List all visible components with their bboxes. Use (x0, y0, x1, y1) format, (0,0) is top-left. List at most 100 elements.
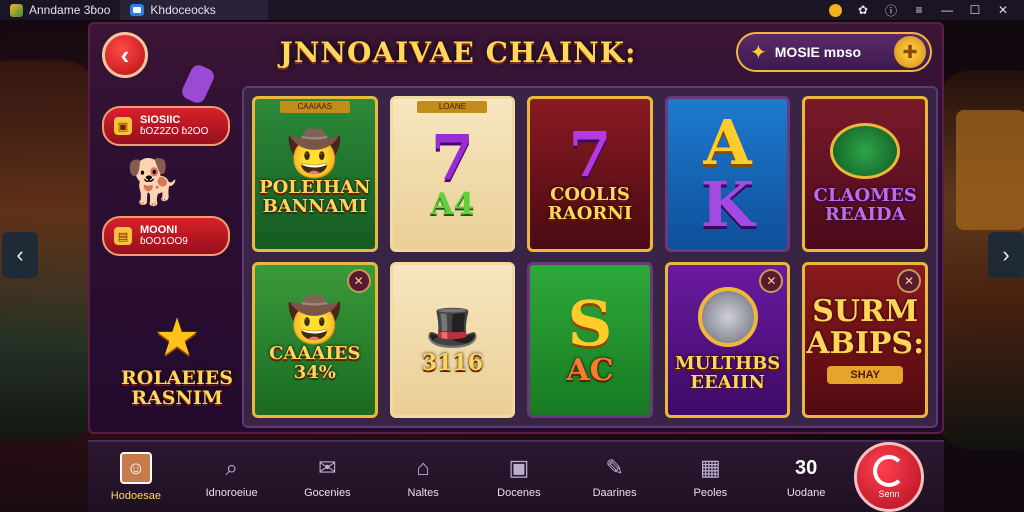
tile-title: SURM ABIPS: (806, 294, 925, 361)
menu-icon[interactable]: ≡ (912, 3, 926, 17)
balance-value: ɓOZ2ZO ɓ2OO (140, 126, 209, 137)
mode-selector[interactable]: ✦ MOSIE mɒso ✚ (736, 32, 932, 72)
spin-label: Senn (878, 489, 900, 499)
search-icon: ⌕ (225, 455, 238, 480)
decor-chip (179, 62, 217, 106)
app-title-tab[interactable]: Anndame 3ɓoo (0, 0, 120, 20)
nav-label: Uodane (786, 487, 826, 499)
puzzle-icon[interactable]: ✚ (894, 36, 926, 68)
info-icon[interactable]: ⓘ (884, 3, 898, 18)
promo-banner[interactable]: ★ ROLAEIES RASNIM (102, 278, 252, 408)
table-icon: ▦ (699, 455, 721, 480)
bottom-navigation: ☺ Hodoesae ⌕ Idnoroeiue ✉ Gocenies ⌂ Nal… (88, 440, 944, 512)
mode-label: MOSIE mɒso (774, 44, 862, 60)
roulette-icon (830, 123, 901, 180)
nav-label: Hodoesae (110, 490, 161, 502)
home-icon: ⌂ (416, 455, 430, 480)
showman-icon: 🎩 (424, 303, 480, 353)
tile-title: CLAOMES REAIDA (813, 185, 917, 225)
window-controls: ✿ ⓘ ≡ — ☐ ✕ (828, 3, 1024, 18)
nav-label: Idnoroeiue (205, 487, 258, 499)
tile-symbol: S (567, 287, 613, 361)
minimize-icon[interactable]: — (940, 3, 954, 17)
nav-label: Peoles (693, 487, 728, 499)
cowboy-icon: 🤠 (287, 296, 343, 346)
tile-badge: CAAIAAS (279, 101, 350, 113)
game-tile-8[interactable]: S AC (527, 262, 653, 418)
balance-pill[interactable]: ▣ SIOSIIC ɓOZ2ZO ɓ2OO (102, 106, 230, 146)
promo-text: ROLAEIES RASNIM (120, 367, 233, 409)
back-arrow-icon: ‹ (120, 39, 130, 70)
counter-value: 30 (795, 457, 818, 479)
gift-icon: ▣ (114, 117, 132, 135)
tile-title: POLEIHAN BANNAMI (259, 177, 371, 217)
game-tile-9[interactable]: ✕ MULTHBS EEAIIN (664, 262, 791, 418)
tile-title: AC (566, 353, 614, 389)
tile-badge: LOANE (417, 101, 488, 113)
refresh-icon (873, 455, 905, 487)
dog-mascot-icon: 🐕 (126, 158, 182, 207)
avatar-icon: ☺ (119, 452, 152, 484)
game-tile-7[interactable]: 🎩 3116 (389, 262, 516, 418)
inbox-icon: ✉ (318, 455, 337, 480)
play-button[interactable]: SHAY (827, 366, 904, 384)
nav-item-tools[interactable]: ✎ Daarines (567, 441, 663, 512)
balance-label: SIOSIIC (140, 114, 181, 126)
app-window: Anndame 3ɓoo Khdoceocks ✿ ⓘ ≡ — ☐ ✕ ‹ JN… (0, 0, 1024, 512)
dismiss-icon[interactable]: ✕ (896, 269, 921, 293)
coin-icon[interactable] (828, 3, 842, 17)
close-icon[interactable]: ✕ (996, 3, 1010, 17)
balance-text: SIOSIIC ɓOZ2ZO ɓ2OO (140, 114, 208, 138)
bonus-text: MOONI ɓOO1OO9 (140, 224, 188, 248)
maximize-icon[interactable]: ☐ (968, 3, 982, 17)
dismiss-icon[interactable]: ✕ (346, 269, 371, 293)
tile-symbol: 7 (430, 121, 474, 195)
tab-logo-icon (130, 4, 145, 16)
app-title: Anndame 3ɓoo (29, 3, 111, 17)
window-titlebar: Anndame 3ɓoo Khdoceocks ✿ ⓘ ≡ — ☐ ✕ (0, 0, 1024, 20)
browser-tab[interactable]: Khdoceocks (120, 0, 269, 20)
tile-title: A4 (430, 187, 475, 223)
spin-button[interactable]: Senn (854, 442, 924, 512)
nav-item-inbox[interactable]: ✉ Gocenies (280, 441, 376, 512)
wallet-icon: ▣ (508, 455, 530, 480)
cowboy-icon: 🤠 (287, 130, 343, 180)
nav-item-home[interactable]: ⌂ Naltes (375, 441, 471, 512)
game-lobby-panel: ‹ JNNOAIVAE CHAINK: ✦ MOSIE mɒso ✚ ▣ SIO… (88, 22, 944, 434)
page-title: JNNOAIVAE CHAINK: (279, 36, 637, 69)
game-tile-6[interactable]: ✕ 🤠 CAAAIES 34% (252, 262, 378, 418)
game-tile-1[interactable]: CAAIAAS 🤠 POLEIHAN BANNAMI (252, 96, 378, 252)
nav-label: Naltes (407, 487, 439, 499)
nav-item-profile[interactable]: ☺ Hodoesae (88, 441, 184, 512)
tools-icon: ✎ (605, 455, 624, 480)
nav-item-search[interactable]: ⌕ Idnoroeiue (184, 441, 280, 512)
bonus-pill[interactable]: ▤ MOONI ɓOO1OO9 (102, 216, 230, 256)
game-tile-2[interactable]: LOANE 7 A4 (389, 96, 516, 252)
back-button[interactable]: ‹ (102, 32, 148, 78)
previous-arrow-icon[interactable]: ‹ (2, 232, 38, 278)
bonus-value: ɓOO1OO9 (140, 236, 188, 247)
tab-label: Khdoceocks (150, 3, 216, 17)
nav-item-wallet[interactable]: ▣ Docenes (471, 441, 567, 512)
app-logo-icon (10, 3, 23, 17)
game-tile-3[interactable]: 7 COOLIS RAORNI (527, 96, 653, 252)
bonus-label: MOONI (140, 224, 178, 236)
vault-icon (697, 287, 758, 348)
game-grid: CAAIAAS 🤠 POLEIHAN BANNAMI LOANE 7 A4 7 … (242, 86, 938, 428)
tile-title: CAAAIES 34% (269, 343, 361, 383)
promo-star-icon: ★ (153, 309, 201, 367)
game-tile-5[interactable]: CLAOMES REAIDA (802, 96, 928, 252)
game-tile-10[interactable]: ✕ SURM ABIPS: SHAY (802, 262, 928, 418)
nav-label: Gocenies (304, 487, 351, 499)
nav-item-people[interactable]: ▦ Peoles (663, 441, 759, 512)
star-icon: ✦ (750, 41, 767, 64)
tile-title: K (700, 168, 755, 241)
gamepad-icon[interactable]: ✿ (856, 3, 870, 17)
dismiss-icon[interactable]: ✕ (759, 269, 784, 293)
tile-title: 3116 (421, 350, 483, 377)
wallet-icon: ▤ (114, 227, 132, 245)
nav-item-update[interactable]: 30 Uodane (758, 441, 854, 512)
next-arrow-icon[interactable]: › (988, 232, 1024, 278)
game-tile-4[interactable]: A K (664, 96, 791, 252)
tile-title: COOLIS RAORNI (547, 184, 633, 224)
